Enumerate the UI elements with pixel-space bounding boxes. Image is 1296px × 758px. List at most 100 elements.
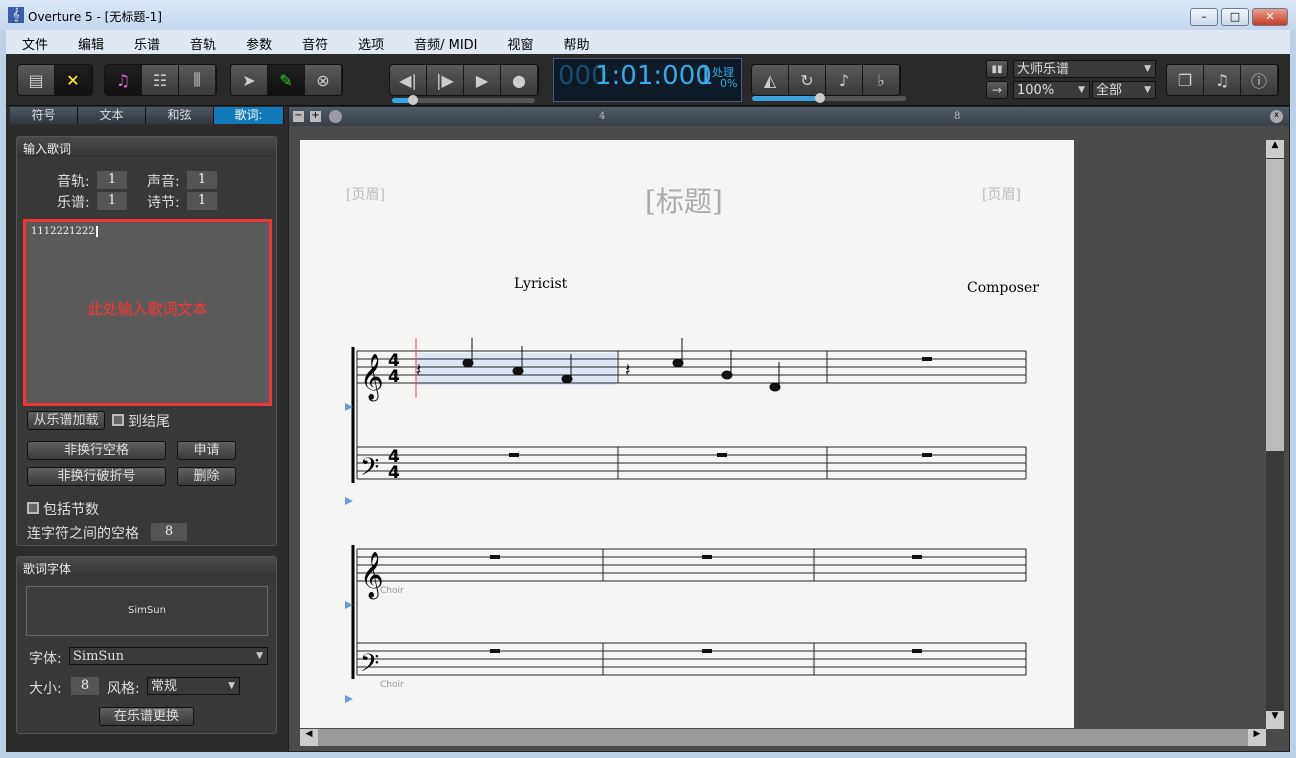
staff-field[interactable]: 1 [97, 192, 127, 210]
vertical-scroll-thumb[interactable] [1266, 159, 1284, 451]
list-icon: ☷ [152, 70, 168, 90]
track-field[interactable]: 1 [97, 171, 127, 189]
record-button[interactable]: ● [501, 65, 538, 95]
tools-button[interactable]: ✕ [55, 65, 92, 95]
maximize-button[interactable]: □ [1221, 8, 1249, 26]
score-window: − + 4 8 x [页眉] [标题] [页眉] Lyricist Compos… [288, 106, 1290, 752]
apply-button[interactable]: 申请 [177, 441, 236, 460]
load-from-score-button[interactable]: 从乐谱加载 [27, 411, 105, 430]
size-field[interactable]: 8 [71, 677, 99, 695]
verse-field[interactable]: 1 [187, 192, 217, 210]
metronome-button[interactable]: ◭ [752, 65, 789, 95]
menu-edit[interactable]: 编辑 [62, 30, 118, 53]
tab-lyrics[interactable]: 歌词: [214, 107, 284, 124]
menu-window[interactable]: 视窗 [492, 30, 548, 53]
staff-icon: ♭ [877, 70, 885, 90]
music-note-icon: ♫ [115, 70, 131, 90]
play-button[interactable]: ▶ [464, 65, 501, 95]
mixer-button[interactable]: ⫼ [179, 65, 216, 95]
goto-button[interactable]: → [986, 81, 1008, 99]
tempo-slider[interactable] [392, 95, 535, 105]
menu-file[interactable]: 文件 [6, 30, 62, 53]
bass-clef: 𝄢 [360, 453, 379, 488]
to-end-checkbox[interactable] [112, 414, 124, 426]
lyrics-text: 1112221222 [31, 226, 98, 237]
window-title: Overture 5 - [无标题-1] [28, 10, 162, 24]
hyphen-spacing-field[interactable]: 8 [151, 523, 187, 541]
lyrics-input-panel: 输入歌词 音轨: 1 声音: 1 乐谱: 1 诗节: 1 1112221222 … [16, 136, 277, 546]
nb-hyphen-button[interactable]: 非换行破折号 [27, 467, 166, 486]
lyrics-textarea[interactable]: 1112221222 此处输入歌词文本 [23, 219, 272, 406]
layout-button[interactable]: ▮▮ [986, 60, 1008, 78]
forward-icon: |▶ [436, 70, 454, 90]
step-entry-button[interactable]: ♭ [863, 65, 900, 95]
horizontal-scrollbar[interactable]: ◀ ▶ [300, 729, 1266, 746]
zoom-in-button[interactable]: + [310, 111, 321, 122]
close-button[interactable]: ✕ [1252, 8, 1288, 26]
menu-track[interactable]: 音轨 [174, 30, 230, 53]
menu-params[interactable]: 参数 [230, 30, 286, 53]
clefs: 𝄞𝄢 𝄞𝄢 [360, 354, 384, 684]
delete-button[interactable]: 删除 [177, 467, 236, 486]
track-label: 音轨: [57, 174, 90, 190]
pencil-tool-button[interactable]: ✎ [268, 65, 305, 95]
style-select[interactable]: 常规 [147, 677, 240, 695]
track-sheet-button[interactable]: ☷ [142, 65, 179, 95]
tab-symbols[interactable]: 符号 [10, 107, 78, 124]
score-page[interactable]: [页眉] [标题] [页眉] Lyricist Composer 𝄞 𝄢 𝄞 𝄢 4… [300, 140, 1074, 728]
nbsp-button[interactable]: 非换行空格 [27, 441, 166, 460]
menu-options[interactable]: 选项 [342, 30, 398, 53]
pages-icon: ❐ [1177, 70, 1193, 90]
mixer-icon: ⫼ [193, 70, 201, 89]
vertical-scrollbar[interactable]: ▲ ▼ [1266, 140, 1284, 729]
loop-button[interactable]: ↻ [789, 65, 826, 95]
input-hint-annotation: 此处输入歌词文本 [87, 300, 208, 318]
menu-note[interactable]: 音符 [286, 30, 342, 53]
tools-icon: ✕ [66, 70, 80, 90]
score-bag-button[interactable]: ♫ [1204, 65, 1241, 95]
replace-in-score-button[interactable]: 在乐谱更换 [99, 707, 194, 726]
font-select[interactable]: SimSun [69, 647, 268, 665]
forward-button[interactable]: |▶ [427, 65, 464, 95]
ruler-close-icon[interactable]: x [1270, 110, 1283, 123]
erase-tool-button[interactable]: ⊗ [305, 65, 342, 95]
tray-icon: ▤ [28, 70, 44, 90]
score-view-button[interactable]: ♫ [105, 65, 142, 95]
info-button[interactable]: ⓘ [1241, 65, 1278, 95]
scope-select[interactable]: 全部 [1092, 81, 1156, 99]
time-sig-den: 4 [388, 367, 400, 387]
score-type-select[interactable]: 大师乐谱 [1013, 60, 1156, 78]
rewind-icon: ◀| [399, 70, 417, 90]
menu-score[interactable]: 乐谱 [118, 30, 174, 53]
ruler-knob[interactable] [329, 110, 342, 123]
scroll-up-icon[interactable]: ▲ [1266, 140, 1284, 158]
copy-button[interactable]: ❐ [1167, 65, 1204, 95]
menu-audio-midi[interactable]: 音频/ MIDI [398, 30, 491, 53]
bass-clef: 𝄢 [360, 649, 379, 684]
voice-field[interactable]: 1 [187, 171, 217, 189]
select-tool-button[interactable]: ➤ [231, 65, 268, 95]
include-measures-checkbox[interactable] [27, 502, 39, 514]
tab-text[interactable]: 文本 [78, 107, 146, 124]
staves [356, 350, 1027, 676]
minimize-button[interactable]: – [1190, 8, 1218, 26]
scroll-right-icon[interactable]: ▶ [1248, 729, 1266, 746]
scroll-down-icon[interactable]: ▼ [1266, 711, 1284, 729]
menu-help[interactable]: 帮助 [548, 30, 604, 53]
counter-percent: 0% [720, 77, 738, 90]
eighth-note-icon: ♪ [838, 70, 850, 90]
volume-slider[interactable] [752, 93, 906, 103]
score-notation[interactable]: 𝄞𝄢 𝄞𝄢 44 44 𝄽 𝄽 Choir Choir [300, 140, 1074, 728]
page-view-button[interactable]: ▤ [18, 65, 55, 95]
record-icon: ● [512, 70, 526, 90]
lyrics-font-header: 歌词字体 [17, 557, 276, 577]
tab-chords[interactable]: 和弦 [146, 107, 214, 124]
rewind-button[interactable]: ◀| [390, 65, 427, 95]
measure-ruler[interactable]: − + 4 8 x [289, 107, 1289, 126]
pencil-icon: ✎ [279, 70, 293, 90]
left-panel: 符号 文本 和弦 歌词: 输入歌词 音轨: 1 声音: 1 乐谱: 1 诗节: … [6, 106, 288, 752]
scroll-left-icon[interactable]: ◀ [300, 729, 318, 746]
quantize-button[interactable]: ♪ [826, 65, 863, 95]
zoom-out-button[interactable]: − [293, 111, 304, 122]
zoom-select[interactable]: 100% [1013, 81, 1090, 99]
